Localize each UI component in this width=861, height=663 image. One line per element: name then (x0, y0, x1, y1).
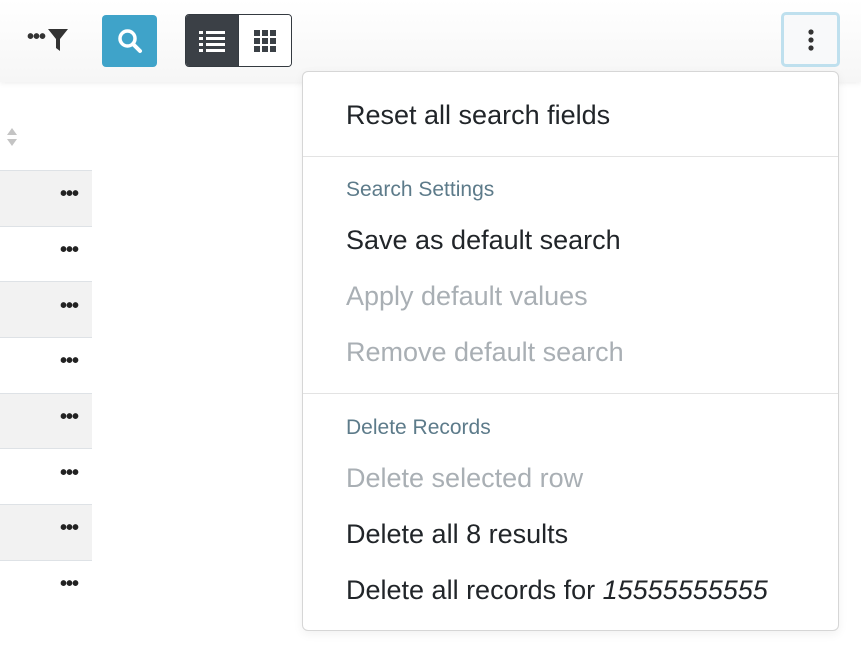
delete-selected-row-item: Delete selected row (346, 463, 584, 493)
delete-all-records-item[interactable]: Delete all records for 15555555555 (346, 573, 768, 607)
search-settings-header: Search Settings (346, 178, 495, 201)
row-actions-button[interactable]: ••• (60, 463, 79, 483)
table-row: ••• (0, 170, 92, 226)
list-view-icon (199, 30, 225, 52)
sort-icon[interactable] (6, 126, 18, 148)
row-actions-button[interactable]: ••• (60, 407, 79, 427)
row-actions-button[interactable]: ••• (60, 351, 79, 371)
toolbar: ••• (0, 0, 861, 82)
table-row: ••• (0, 337, 92, 393)
menu-divider (303, 156, 838, 157)
filter-toggle-button[interactable]: ••• (20, 20, 76, 60)
delete-all-records-label: Delete all records for (346, 575, 603, 605)
table-row: ••• (0, 448, 92, 504)
results-table: ••• ••• ••• ••• ••• ••• ••• ••• (0, 170, 92, 616)
row-actions-button[interactable]: ••• (60, 574, 79, 594)
menu-divider (303, 393, 838, 394)
search-icon (117, 29, 142, 53)
row-actions-button[interactable]: ••• (60, 240, 79, 260)
delete-all-records-value: 15555555555 (602, 575, 768, 605)
search-button[interactable] (102, 15, 157, 67)
vertical-ellipsis-icon (807, 28, 814, 51)
reset-search-fields-item[interactable]: Reset all search fields (346, 98, 610, 132)
delete-records-header: Delete Records (346, 416, 491, 439)
funnel-icon (48, 29, 68, 51)
save-default-search-item[interactable]: Save as default search (346, 223, 621, 257)
list-view-button[interactable] (186, 15, 238, 66)
table-row: ••• (0, 281, 92, 338)
delete-all-results-item[interactable]: Delete all 8 results (346, 517, 568, 551)
table-row: ••• (0, 392, 92, 449)
apply-default-values-item: Apply default values (346, 281, 588, 311)
row-actions-button[interactable]: ••• (60, 184, 79, 204)
view-toggle (185, 14, 292, 67)
table-row: ••• (0, 559, 92, 616)
table-row: ••• (0, 225, 92, 282)
row-actions-button[interactable]: ••• (60, 296, 79, 316)
filter-dots: ••• (26, 26, 46, 48)
grid-view-button[interactable] (238, 15, 291, 66)
more-options-button[interactable] (781, 12, 840, 67)
more-options-menu: Reset all search fields Search Settings … (302, 71, 839, 631)
grid-view-icon (254, 29, 276, 52)
table-row: ••• (0, 504, 92, 560)
row-actions-button[interactable]: ••• (60, 518, 79, 538)
remove-default-search-item: Remove default search (346, 337, 624, 367)
